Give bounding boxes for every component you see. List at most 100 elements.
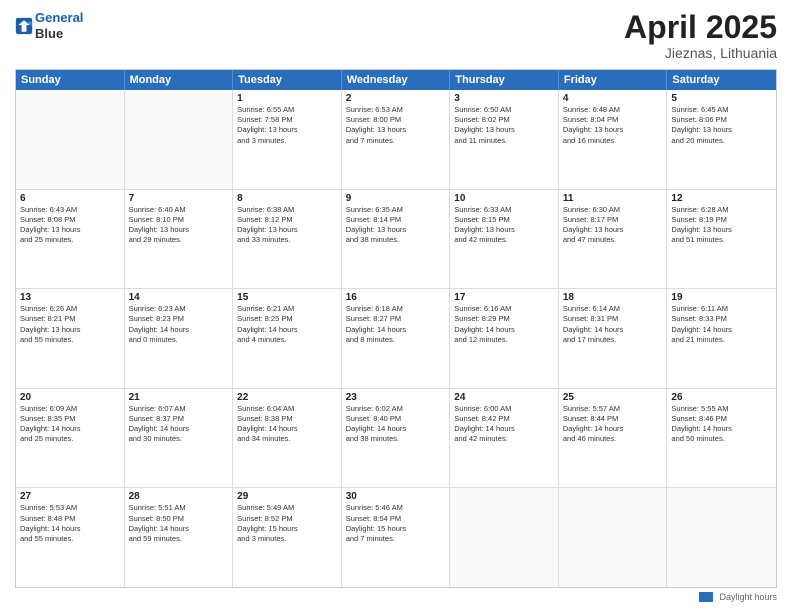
- calendar-cell: 5Sunrise: 6:45 AM Sunset: 8:06 PM Daylig…: [667, 90, 776, 189]
- main-title: April 2025: [624, 10, 777, 45]
- day-number: 29: [237, 491, 337, 502]
- day-number: 27: [20, 491, 120, 502]
- day-number: 20: [20, 392, 120, 403]
- legend-box: [699, 592, 713, 602]
- day-info: Sunrise: 6:28 AM Sunset: 8:19 PM Dayligh…: [671, 205, 772, 246]
- calendar-cell: 8Sunrise: 6:38 AM Sunset: 8:12 PM Daylig…: [233, 190, 342, 289]
- day-number: 24: [454, 392, 554, 403]
- day-info: Sunrise: 6:35 AM Sunset: 8:14 PM Dayligh…: [346, 205, 446, 246]
- day-info: Sunrise: 6:43 AM Sunset: 8:08 PM Dayligh…: [20, 205, 120, 246]
- day-info: Sunrise: 6:16 AM Sunset: 8:29 PM Dayligh…: [454, 304, 554, 345]
- day-info: Sunrise: 5:51 AM Sunset: 8:50 PM Dayligh…: [129, 503, 229, 544]
- day-info: Sunrise: 6:23 AM Sunset: 8:23 PM Dayligh…: [129, 304, 229, 345]
- logo-line1: General: [35, 10, 83, 25]
- day-info: Sunrise: 6:09 AM Sunset: 8:35 PM Dayligh…: [20, 404, 120, 445]
- day-info: Sunrise: 6:07 AM Sunset: 8:37 PM Dayligh…: [129, 404, 229, 445]
- calendar-cell: 29Sunrise: 5:49 AM Sunset: 8:52 PM Dayli…: [233, 488, 342, 587]
- calendar-cell: 22Sunrise: 6:04 AM Sunset: 8:38 PM Dayli…: [233, 389, 342, 488]
- day-info: Sunrise: 6:38 AM Sunset: 8:12 PM Dayligh…: [237, 205, 337, 246]
- calendar-row: 6Sunrise: 6:43 AM Sunset: 8:08 PM Daylig…: [16, 190, 776, 290]
- day-info: Sunrise: 6:21 AM Sunset: 8:25 PM Dayligh…: [237, 304, 337, 345]
- cal-header-day: Wednesday: [342, 70, 451, 90]
- day-info: Sunrise: 5:55 AM Sunset: 8:46 PM Dayligh…: [671, 404, 772, 445]
- calendar-row: 13Sunrise: 6:26 AM Sunset: 8:21 PM Dayli…: [16, 289, 776, 389]
- day-number: 6: [20, 193, 120, 204]
- calendar-cell: 28Sunrise: 5:51 AM Sunset: 8:50 PM Dayli…: [125, 488, 234, 587]
- cal-header-day: Friday: [559, 70, 668, 90]
- day-number: 1: [237, 93, 337, 104]
- calendar-row: 27Sunrise: 5:53 AM Sunset: 8:48 PM Dayli…: [16, 488, 776, 587]
- day-info: Sunrise: 6:45 AM Sunset: 8:06 PM Dayligh…: [671, 105, 772, 146]
- calendar-header: SundayMondayTuesdayWednesdayThursdayFrid…: [16, 70, 776, 90]
- day-info: Sunrise: 6:30 AM Sunset: 8:17 PM Dayligh…: [563, 205, 663, 246]
- cal-header-day: Tuesday: [233, 70, 342, 90]
- calendar-cell: 14Sunrise: 6:23 AM Sunset: 8:23 PM Dayli…: [125, 289, 234, 388]
- calendar-cell: 25Sunrise: 5:57 AM Sunset: 8:44 PM Dayli…: [559, 389, 668, 488]
- day-info: Sunrise: 6:50 AM Sunset: 8:02 PM Dayligh…: [454, 105, 554, 146]
- day-number: 13: [20, 292, 120, 303]
- day-number: 3: [454, 93, 554, 104]
- day-info: Sunrise: 6:02 AM Sunset: 8:40 PM Dayligh…: [346, 404, 446, 445]
- day-info: Sunrise: 5:46 AM Sunset: 8:54 PM Dayligh…: [346, 503, 446, 544]
- day-info: Sunrise: 6:18 AM Sunset: 8:27 PM Dayligh…: [346, 304, 446, 345]
- day-info: Sunrise: 6:26 AM Sunset: 8:21 PM Dayligh…: [20, 304, 120, 345]
- calendar-cell: [16, 90, 125, 189]
- calendar-cell: 12Sunrise: 6:28 AM Sunset: 8:19 PM Dayli…: [667, 190, 776, 289]
- day-number: 11: [563, 193, 663, 204]
- calendar-cell: 17Sunrise: 6:16 AM Sunset: 8:29 PM Dayli…: [450, 289, 559, 388]
- calendar-row: 1Sunrise: 6:55 AM Sunset: 7:58 PM Daylig…: [16, 90, 776, 190]
- calendar-cell: 7Sunrise: 6:40 AM Sunset: 8:10 PM Daylig…: [125, 190, 234, 289]
- calendar-cell: 24Sunrise: 6:00 AM Sunset: 8:42 PM Dayli…: [450, 389, 559, 488]
- day-number: 7: [129, 193, 229, 204]
- calendar-cell: 30Sunrise: 5:46 AM Sunset: 8:54 PM Dayli…: [342, 488, 451, 587]
- logo-icon: [15, 17, 33, 35]
- day-number: 8: [237, 193, 337, 204]
- calendar-cell: [450, 488, 559, 587]
- calendar-cell: 9Sunrise: 6:35 AM Sunset: 8:14 PM Daylig…: [342, 190, 451, 289]
- day-info: Sunrise: 5:53 AM Sunset: 8:48 PM Dayligh…: [20, 503, 120, 544]
- day-number: 5: [671, 93, 772, 104]
- day-number: 23: [346, 392, 446, 403]
- calendar-cell: 4Sunrise: 6:48 AM Sunset: 8:04 PM Daylig…: [559, 90, 668, 189]
- calendar-body: 1Sunrise: 6:55 AM Sunset: 7:58 PM Daylig…: [16, 90, 776, 587]
- calendar-cell: 15Sunrise: 6:21 AM Sunset: 8:25 PM Dayli…: [233, 289, 342, 388]
- calendar-cell: 11Sunrise: 6:30 AM Sunset: 8:17 PM Dayli…: [559, 190, 668, 289]
- calendar-cell: 27Sunrise: 5:53 AM Sunset: 8:48 PM Dayli…: [16, 488, 125, 587]
- day-number: 14: [129, 292, 229, 303]
- logo-text: General Blue: [35, 10, 83, 41]
- footer: Daylight hours: [15, 588, 777, 602]
- calendar-cell: [559, 488, 668, 587]
- day-info: Sunrise: 6:55 AM Sunset: 7:58 PM Dayligh…: [237, 105, 337, 146]
- day-number: 12: [671, 193, 772, 204]
- legend-label: Daylight hours: [719, 592, 777, 602]
- cal-header-day: Sunday: [16, 70, 125, 90]
- calendar-cell: 13Sunrise: 6:26 AM Sunset: 8:21 PM Dayli…: [16, 289, 125, 388]
- calendar-cell: [667, 488, 776, 587]
- day-number: 19: [671, 292, 772, 303]
- day-number: 16: [346, 292, 446, 303]
- day-number: 2: [346, 93, 446, 104]
- cal-header-day: Saturday: [667, 70, 776, 90]
- day-number: 25: [563, 392, 663, 403]
- cal-header-day: Thursday: [450, 70, 559, 90]
- day-number: 22: [237, 392, 337, 403]
- calendar-cell: 19Sunrise: 6:11 AM Sunset: 8:33 PM Dayli…: [667, 289, 776, 388]
- calendar-cell: 6Sunrise: 6:43 AM Sunset: 8:08 PM Daylig…: [16, 190, 125, 289]
- day-number: 9: [346, 193, 446, 204]
- day-info: Sunrise: 6:33 AM Sunset: 8:15 PM Dayligh…: [454, 205, 554, 246]
- day-number: 21: [129, 392, 229, 403]
- day-number: 18: [563, 292, 663, 303]
- calendar-cell: 10Sunrise: 6:33 AM Sunset: 8:15 PM Dayli…: [450, 190, 559, 289]
- day-info: Sunrise: 6:00 AM Sunset: 8:42 PM Dayligh…: [454, 404, 554, 445]
- calendar-cell: 3Sunrise: 6:50 AM Sunset: 8:02 PM Daylig…: [450, 90, 559, 189]
- calendar-cell: 21Sunrise: 6:07 AM Sunset: 8:37 PM Dayli…: [125, 389, 234, 488]
- calendar: SundayMondayTuesdayWednesdayThursdayFrid…: [15, 69, 777, 588]
- calendar-cell: 18Sunrise: 6:14 AM Sunset: 8:31 PM Dayli…: [559, 289, 668, 388]
- day-info: Sunrise: 6:14 AM Sunset: 8:31 PM Dayligh…: [563, 304, 663, 345]
- page: General Blue April 2025 Jieznas, Lithuan…: [0, 0, 792, 612]
- cal-header-day: Monday: [125, 70, 234, 90]
- title-block: April 2025 Jieznas, Lithuania: [624, 10, 777, 61]
- day-number: 10: [454, 193, 554, 204]
- day-number: 4: [563, 93, 663, 104]
- day-info: Sunrise: 6:48 AM Sunset: 8:04 PM Dayligh…: [563, 105, 663, 146]
